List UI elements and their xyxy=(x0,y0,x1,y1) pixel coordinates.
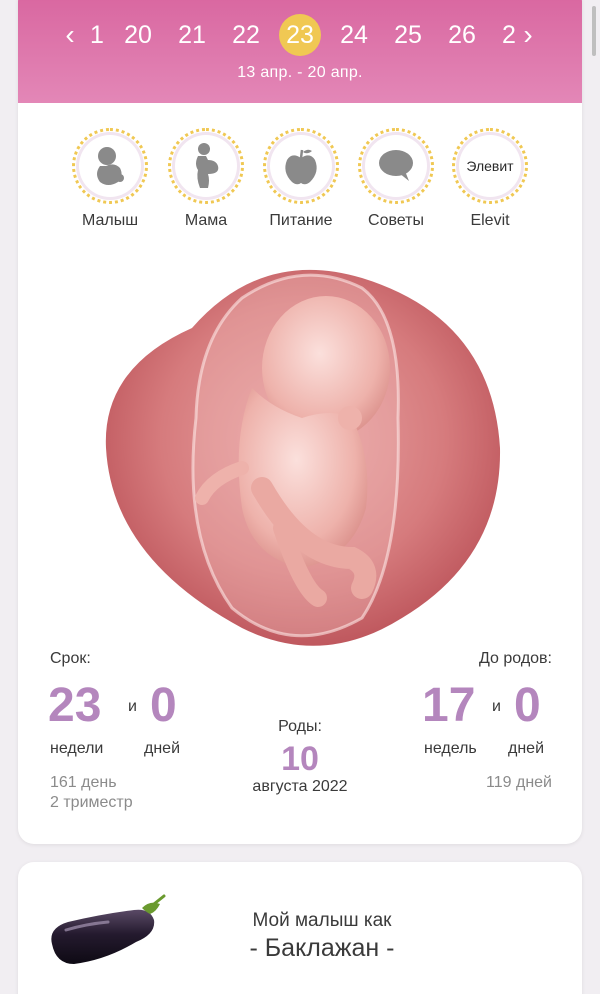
until-birth-days-value: 0 xyxy=(514,679,541,732)
elevit-badge-text: Элевит xyxy=(466,158,514,174)
until-birth-and: и xyxy=(492,698,501,715)
fruit-comparison-card[interactable]: Мой малыш как - Баклажан - xyxy=(18,862,582,994)
week-item[interactable]: 19 xyxy=(90,14,104,56)
until-birth-label: До родов: xyxy=(479,650,552,667)
week-item[interactable]: 22 xyxy=(224,14,268,56)
category-baby[interactable]: Малыш xyxy=(62,128,158,238)
term-weeks-value: 23 xyxy=(48,679,102,732)
week-item[interactable]: 21 xyxy=(170,14,214,56)
birth-day: 10 xyxy=(281,740,319,778)
fruit-name: - Баклажан - xyxy=(249,934,395,962)
week-item-selected[interactable]: 23 xyxy=(279,14,321,56)
term-days-value: 0 xyxy=(150,679,177,732)
category-row: Малыш Мама Питание Советы Элевит Elevit xyxy=(18,128,582,238)
term-weeks-unit: недели xyxy=(50,740,104,757)
week-selector: ‹ 19 20 21 22 23 24 25 26 27 › xyxy=(18,14,582,56)
chat-bubble-icon xyxy=(365,135,427,197)
category-label: Советы xyxy=(368,212,424,229)
week-header: ‹ 19 20 21 22 23 24 25 26 27 › 13 апр. -… xyxy=(18,0,582,103)
term-days-unit: дней xyxy=(144,740,181,757)
week-item[interactable]: 25 xyxy=(386,14,430,56)
until-birth-weeks-value: 17 xyxy=(422,679,476,732)
until-birth-total-days: 119 дней xyxy=(486,774,552,791)
category-nutrition[interactable]: Питание xyxy=(253,128,349,238)
apple-icon xyxy=(270,135,332,197)
category-ring xyxy=(358,128,434,204)
elevit-brand-icon: Элевит xyxy=(459,135,521,197)
category-mom[interactable]: Мама xyxy=(158,128,254,238)
category-label: Elevit xyxy=(470,212,510,229)
baby-icon xyxy=(79,135,141,197)
fetus-illustration xyxy=(102,258,502,658)
until-birth-days-unit: дней xyxy=(508,740,545,757)
next-week-arrow-icon[interactable]: › xyxy=(514,14,542,56)
week-item[interactable]: 20 xyxy=(116,14,160,56)
category-ring xyxy=(168,128,244,204)
birth-label: Роды: xyxy=(278,718,322,735)
week-card: ‹ 19 20 21 22 23 24 25 26 27 › 13 апр. -… xyxy=(18,0,582,844)
category-elevit[interactable]: Элевит Elevit xyxy=(442,128,538,238)
category-label: Питание xyxy=(269,212,333,229)
prev-week-arrow-icon[interactable]: ‹ xyxy=(56,14,84,56)
category-ring xyxy=(72,128,148,204)
term-and: и xyxy=(128,698,137,715)
until-birth-weeks-unit: недель xyxy=(424,740,477,757)
term-label: Срок: xyxy=(50,650,91,667)
category-ring xyxy=(263,128,339,204)
birth-month-year: августа 2022 xyxy=(252,778,348,795)
page-scrollbar[interactable] xyxy=(592,6,596,56)
term-total-days: 161 день xyxy=(50,774,117,791)
eggplant-icon xyxy=(46,894,168,968)
category-tips[interactable]: Советы xyxy=(348,128,444,238)
week-date-range: 13 апр. - 20 апр. xyxy=(237,64,363,81)
week-item[interactable]: 24 xyxy=(332,14,376,56)
category-label: Малыш xyxy=(81,212,139,229)
category-ring: Элевит xyxy=(452,128,528,204)
category-label: Мама xyxy=(184,212,228,229)
pregnant-mother-icon xyxy=(175,135,237,197)
week-item[interactable]: 26 xyxy=(440,14,484,56)
fruit-title: Мой малыш как xyxy=(252,910,392,931)
term-trimester: 2 триместр xyxy=(50,794,133,811)
